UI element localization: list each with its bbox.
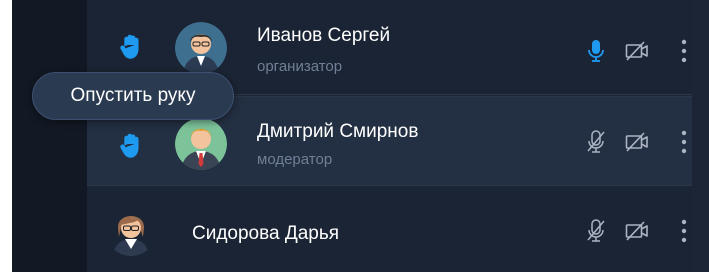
camera-off-icon [625, 221, 648, 241]
participant-name: Сидорова Дарья [192, 223, 340, 244]
microphone-icon [588, 40, 604, 62]
panel-edge [692, 0, 709, 272]
camera-toggle[interactable] [624, 218, 650, 244]
participant-role: модератор [257, 151, 333, 168]
mic-toggle[interactable] [583, 218, 609, 244]
more-vertical-icon[interactable] [680, 38, 688, 64]
camera-toggle[interactable] [624, 38, 650, 64]
mic-toggle[interactable] [583, 38, 609, 64]
avatar [113, 216, 149, 256]
camera-off-icon [625, 41, 648, 61]
raised-hand-icon[interactable] [120, 34, 144, 60]
more-vertical-icon[interactable] [680, 218, 688, 244]
raised-hand-icon[interactable] [120, 133, 144, 159]
microphone-muted-icon [587, 219, 605, 242]
avatar [175, 22, 227, 74]
lower-hand-tooltip: Опустить руку [32, 72, 234, 120]
participant-role: организатор [257, 58, 343, 75]
microphone-muted-icon [587, 130, 605, 153]
camera-off-icon [625, 132, 648, 152]
avatar [175, 118, 227, 170]
mic-toggle[interactable] [583, 129, 609, 155]
participant-name: Дмитрий Смирнов [257, 121, 419, 142]
participant-name: Иванов Сергей [257, 25, 391, 46]
left-sidebar [12, 0, 87, 272]
participants-list: Иванов Сергей организатор Дмитрий Смирно… [87, 0, 692, 272]
participant-row[interactable]: Сидорова Дарья [87, 186, 692, 272]
more-vertical-icon[interactable] [680, 129, 688, 155]
camera-toggle[interactable] [624, 129, 650, 155]
